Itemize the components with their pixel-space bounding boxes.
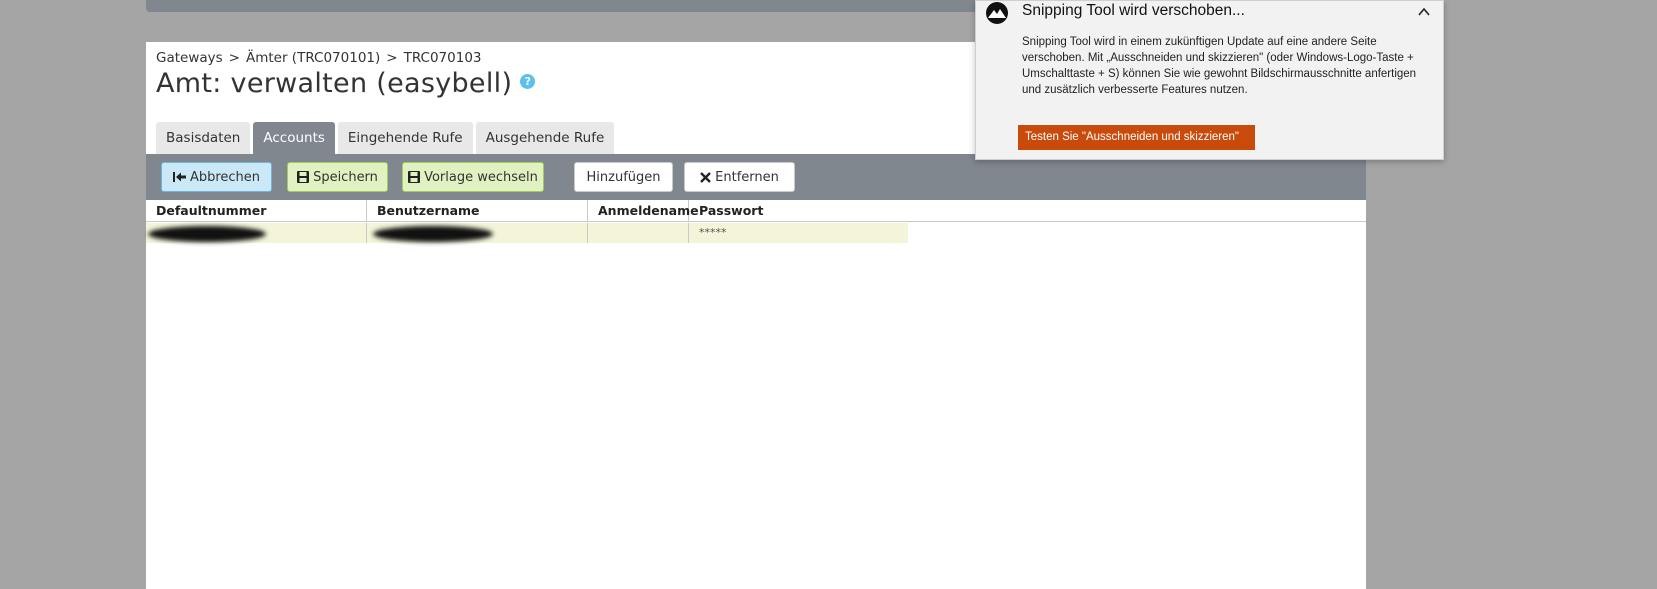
column-header-anmeldename[interactable]: Anmeldename bbox=[588, 200, 699, 222]
breadcrumb-separator: > bbox=[386, 50, 398, 66]
try-snip-sketch-button[interactable]: Testen Sie "Ausschneiden und skizzieren" bbox=[1018, 125, 1255, 150]
breadcrumb-separator: > bbox=[228, 50, 240, 66]
add-button-label: Hinzufügen bbox=[586, 169, 661, 185]
switch-template-button-label: Vorlage wechseln bbox=[424, 169, 538, 185]
redacted-value bbox=[373, 226, 493, 242]
floppy-disk-icon bbox=[408, 171, 421, 183]
tab-accounts[interactable]: Accounts bbox=[253, 122, 335, 154]
table-row[interactable]: ***** bbox=[146, 223, 908, 243]
remove-button-label: Entfernen bbox=[715, 169, 779, 185]
breadcrumb: Gateways > Ämter (TRC070101) > TRC070103 bbox=[156, 50, 482, 66]
save-button[interactable]: Speichern bbox=[287, 162, 388, 192]
floppy-disk-icon bbox=[297, 171, 310, 183]
column-header-defaultnummer[interactable]: Defaultnummer bbox=[146, 200, 367, 222]
chevron-up-icon[interactable] bbox=[1417, 5, 1431, 19]
breadcrumb-item-aemter[interactable]: Ämter (TRC070101) bbox=[246, 50, 380, 66]
tab-basisdaten[interactable]: Basisdaten bbox=[156, 122, 251, 154]
cancel-button-label: Abbrechen bbox=[189, 169, 261, 185]
arrow-to-left-icon bbox=[172, 171, 186, 183]
remove-button[interactable]: Entfernen bbox=[684, 162, 795, 192]
redacted-value bbox=[148, 226, 266, 242]
tab-ausgehende-rufe[interactable]: Ausgehende Rufe bbox=[475, 122, 615, 154]
cell-anmeldename bbox=[588, 223, 689, 243]
snipping-tool-icon bbox=[985, 1, 1009, 25]
cancel-button[interactable]: Abbrechen bbox=[161, 162, 272, 192]
breadcrumb-item-gateways[interactable]: Gateways bbox=[156, 50, 223, 66]
switch-template-button[interactable]: Vorlage wechseln bbox=[402, 162, 544, 192]
breadcrumb-item-current: TRC070103 bbox=[403, 50, 482, 66]
page-title-text: Amt: verwalten (easybell) bbox=[156, 68, 513, 99]
notification-toast[interactable]: Snipping Tool wird verschoben... Snippin… bbox=[975, 0, 1444, 160]
save-button-label: Speichern bbox=[313, 169, 378, 185]
table-header: Defaultnummer Benutzername Anmeldename P… bbox=[146, 200, 1366, 222]
cell-defaultnummer bbox=[146, 223, 367, 243]
column-header-passwort[interactable]: Passwort bbox=[689, 200, 909, 222]
close-icon bbox=[700, 171, 711, 183]
tab-eingehende-rufe[interactable]: Eingehende Rufe bbox=[337, 122, 473, 154]
question-circle-icon[interactable]: ? bbox=[520, 74, 536, 89]
page-title: Amt: verwalten (easybell)? bbox=[156, 68, 536, 99]
cell-passwort: ***** bbox=[699, 226, 727, 239]
notification-body: Snipping Tool wird in einem zukünftigen … bbox=[1022, 36, 1417, 96]
tab-bar: Basisdaten Accounts Eingehende Rufe Ausg… bbox=[156, 122, 617, 154]
add-button[interactable]: Hinzufügen bbox=[574, 162, 673, 192]
notification-title: Snipping Tool wird verschoben... bbox=[1022, 2, 1245, 19]
action-toolbar: Abbrechen Speichern Vorlage wechseln Hin… bbox=[146, 154, 1366, 200]
cell-benutzername bbox=[367, 223, 588, 243]
column-header-benutzername[interactable]: Benutzername bbox=[367, 200, 588, 222]
